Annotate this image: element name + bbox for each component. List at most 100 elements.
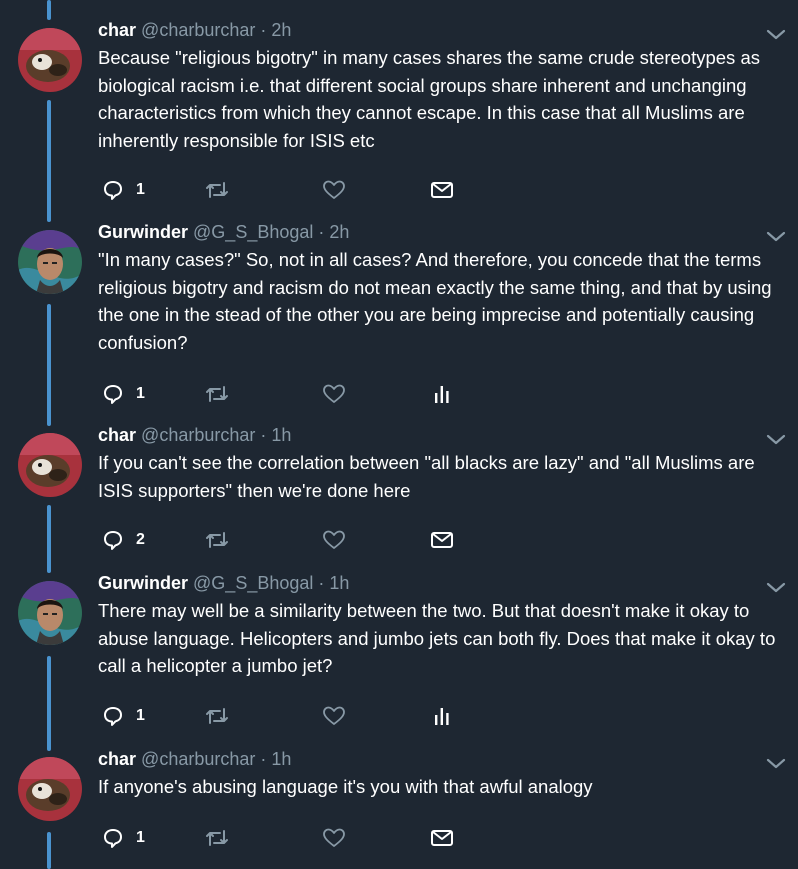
timestamp[interactable]: 1h — [271, 749, 291, 769]
timestamp[interactable]: 2h — [329, 222, 349, 242]
tweet[interactable]: Gurwinder @G_S_Bhogal · 2h "In many case… — [0, 222, 798, 420]
tweet[interactable]: Gurwinder @G_S_Bhogal · 1h There may wel… — [0, 573, 798, 741]
like-button[interactable] — [322, 701, 346, 731]
mail-icon — [431, 182, 453, 198]
display-name[interactable]: char — [98, 749, 136, 769]
avatar-char[interactable] — [18, 28, 82, 92]
timestamp[interactable]: 2h — [271, 20, 291, 40]
more-options-chevron-icon[interactable] — [765, 755, 787, 771]
tweet-header: Gurwinder @G_S_Bhogal · 1h — [98, 571, 349, 595]
tweet-text: "In many cases?" So, not in all cases? A… — [98, 249, 772, 353]
heart-icon — [323, 180, 345, 199]
reply-button[interactable]: 1 — [102, 823, 145, 853]
separator-dot: · — [260, 425, 267, 445]
reply-count: 2 — [136, 531, 145, 548]
timestamp[interactable]: 1h — [329, 573, 349, 593]
more-options-chevron-icon[interactable] — [765, 579, 787, 595]
tweet-actions: 1 — [98, 701, 778, 731]
reply-icon — [104, 829, 122, 848]
thread-line — [47, 0, 51, 20]
timestamp[interactable]: 1h — [271, 425, 291, 445]
tweet[interactable]: char @charburchar · 1h If anyone's abusi… — [0, 749, 798, 869]
user-handle[interactable]: @G_S_Bhogal — [193, 222, 313, 242]
user-handle[interactable]: @charburchar — [141, 20, 255, 40]
direct-message-button[interactable] — [430, 175, 454, 205]
analytics-button[interactable] — [432, 701, 452, 731]
avatar-char[interactable] — [18, 757, 82, 821]
tweet-header: char @charburchar · 1h — [98, 423, 291, 447]
tweet[interactable]: char @charburchar · 1h If you can't see … — [0, 425, 798, 573]
user-handle[interactable]: @charburchar — [141, 425, 255, 445]
separator-dot: · — [260, 20, 267, 40]
retweet-icon — [206, 386, 228, 402]
mail-icon — [431, 830, 453, 846]
heart-icon — [323, 828, 345, 847]
heart-icon — [323, 384, 345, 403]
heart-icon — [323, 530, 345, 549]
avatar-image — [18, 581, 82, 645]
avatar-image — [18, 757, 82, 821]
reply-count: 1 — [136, 181, 145, 198]
like-button[interactable] — [322, 379, 346, 409]
retweet-icon — [206, 182, 228, 198]
display-name[interactable]: char — [98, 425, 136, 445]
separator-dot: · — [318, 573, 325, 593]
reply-icon — [104, 385, 122, 404]
more-options-chevron-icon[interactable] — [765, 228, 787, 244]
mail-icon — [431, 532, 453, 548]
heart-icon — [323, 706, 345, 725]
retweet-icon — [206, 830, 228, 846]
reply-icon — [104, 707, 122, 726]
tweet-text: Because "religious bigotry" in many case… — [98, 47, 760, 151]
retweet-icon — [206, 532, 228, 548]
analytics-icon — [435, 708, 449, 725]
like-button[interactable] — [322, 525, 346, 555]
direct-message-button[interactable] — [430, 823, 454, 853]
display-name[interactable]: char — [98, 20, 136, 40]
like-button[interactable] — [322, 175, 346, 205]
user-handle[interactable]: @charburchar — [141, 749, 255, 769]
reply-count: 1 — [136, 829, 145, 846]
tweet[interactable]: char @charburchar · 2h Because "religiou… — [0, 20, 798, 208]
analytics-icon — [435, 386, 449, 403]
display-name[interactable]: Gurwinder — [98, 573, 188, 593]
like-button[interactable] — [322, 823, 346, 853]
avatar-gurwinder[interactable] — [18, 581, 82, 645]
tweet-header: Gurwinder @G_S_Bhogal · 2h — [98, 220, 349, 244]
avatar-image — [18, 230, 82, 294]
retweet-icon — [206, 708, 228, 724]
reply-button[interactable]: 1 — [102, 379, 145, 409]
reply-icon — [104, 181, 122, 200]
retweet-button[interactable] — [204, 823, 230, 853]
analytics-button[interactable] — [432, 379, 452, 409]
reply-button[interactable]: 1 — [102, 175, 145, 205]
retweet-button[interactable] — [204, 379, 230, 409]
tweet-actions: 1 — [98, 379, 778, 409]
avatar-image — [18, 28, 82, 92]
retweet-button[interactable] — [204, 701, 230, 731]
avatar-image — [18, 433, 82, 497]
separator-dot: · — [260, 749, 267, 769]
separator-dot: · — [318, 222, 325, 242]
display-name[interactable]: Gurwinder — [98, 222, 188, 242]
direct-message-button[interactable] — [430, 525, 454, 555]
reply-count: 1 — [136, 385, 145, 402]
tweet-header: char @charburchar · 2h — [98, 18, 291, 42]
avatar-char[interactable] — [18, 433, 82, 497]
tweet-header: char @charburchar · 1h — [98, 747, 291, 771]
avatar-gurwinder[interactable] — [18, 230, 82, 294]
retweet-button[interactable] — [204, 175, 230, 205]
tweet-text: If anyone's abusing language it's you wi… — [98, 776, 593, 797]
tweet-actions: 2 — [98, 525, 778, 555]
tweet-actions: 1 — [98, 823, 778, 853]
more-options-chevron-icon[interactable] — [765, 26, 787, 42]
reply-icon — [104, 531, 122, 550]
tweet-actions: 1 — [98, 175, 778, 205]
more-options-chevron-icon[interactable] — [765, 431, 787, 447]
reply-button[interactable]: 2 — [102, 525, 145, 555]
retweet-button[interactable] — [204, 525, 230, 555]
tweet-text: If you can't see the correlation between… — [98, 452, 755, 501]
user-handle[interactable]: @G_S_Bhogal — [193, 573, 313, 593]
reply-button[interactable]: 1 — [102, 701, 145, 731]
reply-count: 1 — [136, 707, 145, 724]
